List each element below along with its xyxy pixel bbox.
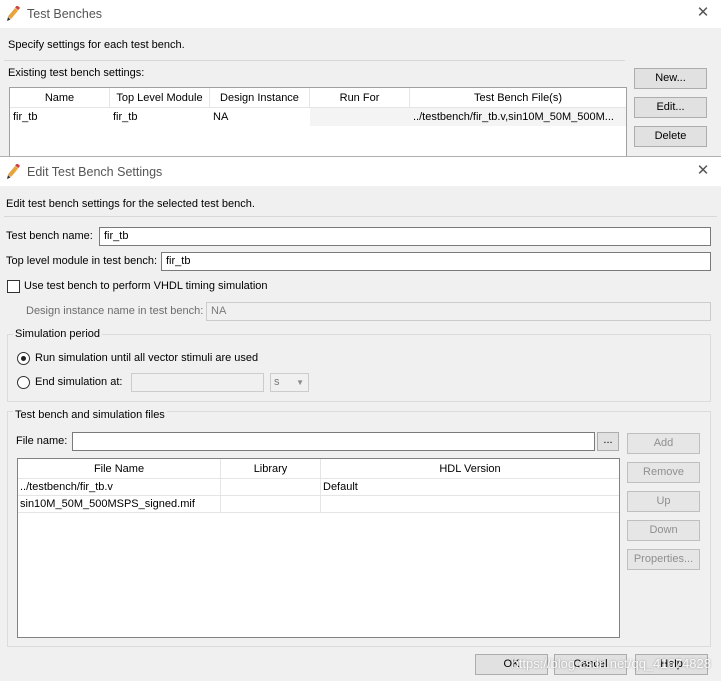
file-name-input[interactable] <box>72 432 595 451</box>
edit-dialog-description: Edit test bench settings for the selecte… <box>6 198 255 210</box>
up-button[interactable]: Up <box>627 491 700 512</box>
simulation-files-table[interactable]: File Name Library HDL Version ../testben… <box>17 458 620 638</box>
edit-dialog-titlebar: Edit Test Bench Settings ✕ <box>0 157 721 186</box>
edit-button[interactable]: Edit... <box>634 97 707 118</box>
test-benches-titlebar: Test Benches ✕ <box>0 0 721 28</box>
design-instance-input[interactable]: NA <box>206 302 711 321</box>
column-header-name[interactable]: Name <box>10 88 110 107</box>
vhdl-timing-checkbox[interactable] <box>7 280 20 293</box>
run-all-radio[interactable] <box>17 352 30 365</box>
test-bench-name-input[interactable]: fir_tb <box>99 227 711 246</box>
column-header-design-instance[interactable]: Design Instance <box>210 88 310 107</box>
test-benches-description: Specify settings for each test bench. <box>8 39 185 51</box>
close-icon[interactable]: ✕ <box>695 5 711 21</box>
cell-hdl-version <box>321 496 619 512</box>
simulation-period-group <box>7 334 711 402</box>
end-at-label: End simulation at: <box>35 376 123 388</box>
delete-button[interactable]: Delete <box>634 126 707 147</box>
table-row[interactable]: fir_tb fir_tb NA ../testbench/fir_tb.v,s… <box>10 108 626 126</box>
divider <box>4 216 717 217</box>
cell-hdl-version: Default <box>323 481 358 493</box>
pencil-icon <box>7 6 21 21</box>
column-header-hdl-version[interactable]: HDL Version <box>321 459 619 478</box>
help-button[interactable]: Help <box>635 654 708 675</box>
run-all-label: Run simulation until all vector stimuli … <box>35 352 259 364</box>
chevron-down-icon: ▼ <box>296 378 304 387</box>
close-icon[interactable]: ✕ <box>695 163 711 179</box>
top-level-module-label: Top level module in test bench: <box>6 255 158 267</box>
files-table-header: File Name Library HDL Version <box>18 459 619 479</box>
browse-button[interactable]: ... <box>597 432 619 451</box>
column-header-library[interactable]: Library <box>221 459 321 478</box>
table-row[interactable]: ../testbench/fir_tb.v Default <box>18 479 619 496</box>
vhdl-timing-label: Use test bench to perform VHDL timing si… <box>24 280 268 292</box>
column-header-file-name[interactable]: File Name <box>18 459 221 478</box>
cell-file-name: sin10M_50M_500MSPS_signed.mif <box>18 496 221 512</box>
cell-design-instance: NA <box>213 111 229 123</box>
cancel-button[interactable]: Cancel <box>554 654 627 675</box>
divider <box>4 60 625 61</box>
cell-test-bench-files: ../testbench/fir_tb.v,sin10M_50M_500M... <box>410 108 626 126</box>
cell-library <box>221 479 321 495</box>
file-name-label: File name: <box>16 435 68 447</box>
existing-test-bench-table[interactable]: Name Top Level Module Design Instance Ru… <box>9 87 627 161</box>
pencil-icon <box>7 163 21 179</box>
test-bench-name-label: Test bench name: <box>6 230 93 242</box>
add-button[interactable]: Add <box>627 433 700 454</box>
cell-library <box>221 496 321 512</box>
top-level-module-input[interactable]: fir_tb <box>161 252 711 271</box>
existing-settings-label: Existing test bench settings: <box>8 67 145 79</box>
cell-file-name: ../testbench/fir_tb.v <box>18 479 221 495</box>
test-benches-title: Test Benches <box>27 7 103 21</box>
time-unit-select[interactable]: s ▼ <box>270 373 309 392</box>
cell-run-for <box>310 108 410 126</box>
column-header-run-for[interactable]: Run For <box>310 88 410 107</box>
end-at-radio[interactable] <box>17 376 30 389</box>
edit-test-bench-dialog: Edit Test Bench Settings ✕ Edit test ben… <box>0 156 721 681</box>
remove-button[interactable]: Remove <box>627 462 700 483</box>
files-group-title: Test bench and simulation files <box>13 409 167 421</box>
table-header: Name Top Level Module Design Instance Ru… <box>10 88 626 108</box>
table-row[interactable]: sin10M_50M_500MSPS_signed.mif <box>18 496 619 513</box>
properties-button[interactable]: Properties... <box>627 549 700 570</box>
column-header-top-level-module[interactable]: Top Level Module <box>110 88 210 107</box>
cell-top-level-module: fir_tb <box>113 111 138 123</box>
time-unit-value: s <box>274 376 280 388</box>
design-instance-label: Design instance name in test bench: <box>26 305 204 317</box>
column-header-test-bench-files[interactable]: Test Bench File(s) <box>410 88 626 107</box>
end-time-input[interactable] <box>131 373 264 392</box>
simulation-period-title: Simulation period <box>13 328 102 340</box>
edit-dialog-title: Edit Test Bench Settings <box>27 164 163 179</box>
test-benches-dialog: Test Benches ✕ Specify settings for each… <box>0 0 721 161</box>
new-button[interactable]: New... <box>634 68 707 89</box>
cell-name: fir_tb <box>13 111 38 123</box>
down-button[interactable]: Down <box>627 520 700 541</box>
ok-button[interactable]: OK <box>475 654 548 675</box>
